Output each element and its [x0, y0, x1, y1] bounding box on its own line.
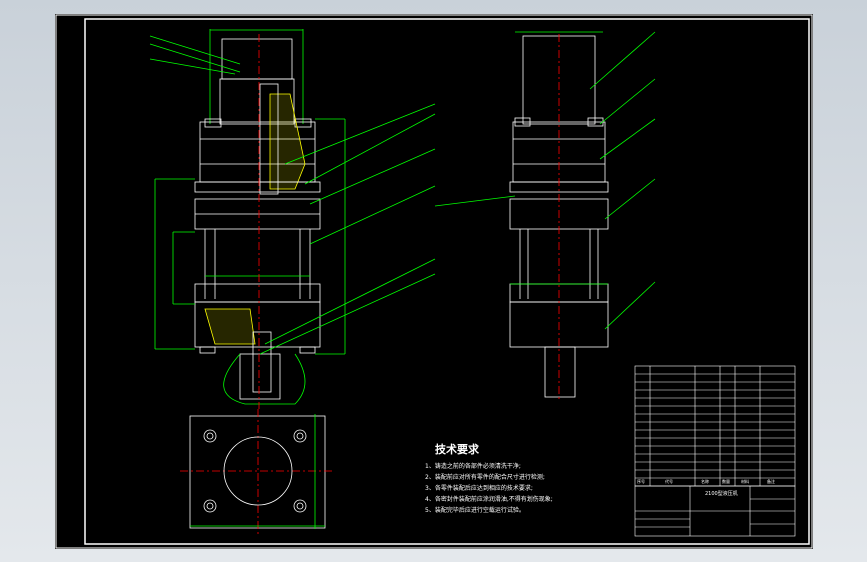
requirement-item: 2、装配前应对所有零件的配合尺寸进行检测; [425, 474, 545, 481]
requirement-item: 5、装配完毕后应进行空载运行试验。 [425, 507, 525, 514]
header-cell: 材料 [741, 479, 749, 484]
requirement-item: 1、铸造之前的各部件必须清洗干净; [425, 463, 521, 470]
parts-list [634, 365, 796, 537]
header-cell: 备注 [767, 479, 775, 484]
side-view [434, 31, 656, 399]
drawing-name: 2100型液压机 [705, 491, 738, 497]
requirement-item: 4、各密封件装配前应涂润滑油,不得有划伤现象; [425, 496, 553, 503]
technical-requirements-title: 技术要求 [435, 443, 479, 456]
base-plan-view [180, 409, 335, 534]
drawing-sheet: 技术要求 1、铸造之前的各部件必须清洗干净; 2、装配前应对所有零件的配合尺寸进… [55, 14, 813, 549]
header-cell: 代号 [665, 479, 673, 484]
header-cell: 数量 [722, 479, 730, 484]
requirement-item: 3、各零件装配后应达到相应的技术要求; [425, 485, 533, 492]
front-view [149, 29, 436, 409]
header-cell: 序号 [637, 479, 645, 484]
header-cell: 名称 [701, 479, 709, 484]
cad-viewport: 技术要求 1、铸造之前的各部件必须清洗干净; 2、装配前应对所有零件的配合尺寸进… [0, 0, 867, 562]
